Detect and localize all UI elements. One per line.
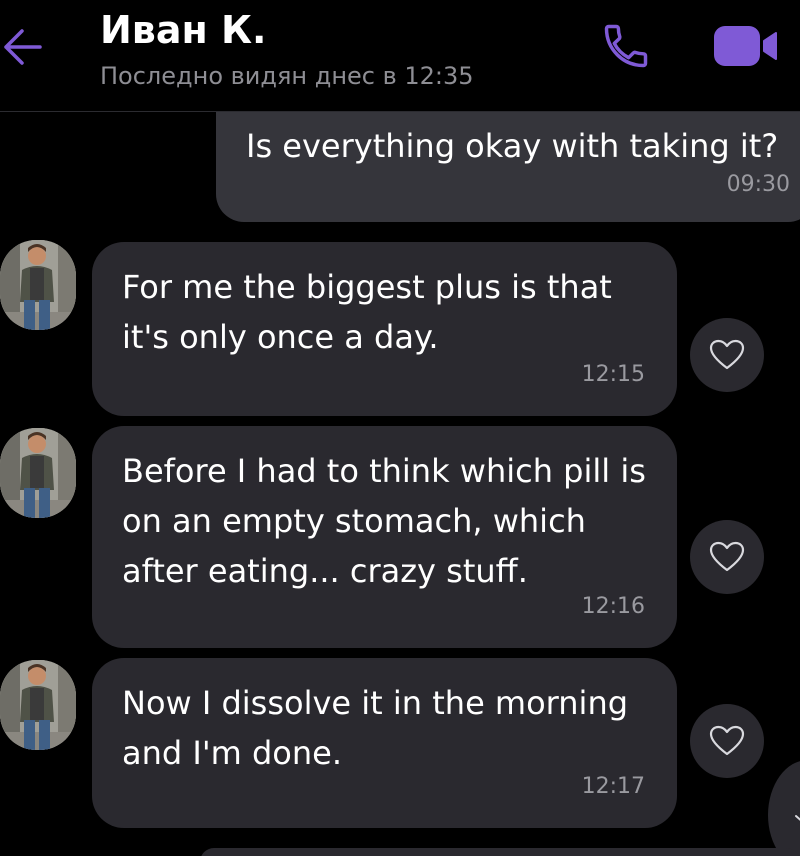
- incoming-message-bubble[interactable]: Now I dissolve it in the morning and I'm…: [92, 658, 677, 828]
- incoming-message-bubble[interactable]: Before I had to think which pill is on a…: [92, 426, 677, 648]
- next-message-bubble: [200, 848, 800, 856]
- last-seen-status: Последно видян днес в 12:35: [100, 62, 474, 90]
- chat-header: Иван К. Последно видян днес в 12:35: [0, 0, 800, 112]
- chevron-down-icon: [795, 815, 800, 821]
- avatar-photo: [0, 660, 76, 750]
- message-text: Now I dissolve it in the morning and I'm…: [122, 684, 629, 772]
- back-button[interactable]: [0, 22, 46, 72]
- message-text: Before I had to think which pill is on a…: [122, 452, 646, 590]
- outgoing-message-bubble[interactable]: Is everything okay with taking it? 09:30: [216, 112, 800, 222]
- contact-avatar[interactable]: [0, 428, 76, 518]
- call-button[interactable]: [600, 20, 652, 72]
- video-call-button[interactable]: [712, 24, 780, 68]
- contact-avatar[interactable]: [0, 660, 76, 750]
- contact-name[interactable]: Иван К.: [100, 6, 266, 54]
- heart-icon: [709, 541, 745, 572]
- phone-icon: [604, 24, 648, 68]
- chat-screen: Иван К. Последно видян днес в 12:35 Is e…: [0, 0, 800, 856]
- avatar-photo: [0, 428, 76, 518]
- message-time: 09:30: [726, 172, 790, 197]
- like-button[interactable]: [690, 520, 764, 594]
- heart-icon: [709, 339, 745, 370]
- like-button[interactable]: [690, 318, 764, 392]
- arrow-left-icon: [4, 29, 42, 65]
- message-time: 12:17: [581, 774, 645, 799]
- message-time: 12:16: [581, 594, 645, 619]
- message-text: For me the biggest plus is that it's onl…: [122, 268, 612, 356]
- like-button[interactable]: [690, 704, 764, 778]
- heart-icon: [709, 725, 745, 756]
- message-text: Is everything okay with taking it?: [246, 127, 779, 165]
- incoming-message-bubble[interactable]: For me the biggest plus is that it's onl…: [92, 242, 677, 416]
- video-camera-icon: [714, 26, 777, 66]
- avatar-photo: [0, 240, 76, 330]
- contact-avatar[interactable]: [0, 240, 76, 330]
- message-time: 12:15: [581, 362, 645, 387]
- scroll-down-button[interactable]: [768, 760, 800, 856]
